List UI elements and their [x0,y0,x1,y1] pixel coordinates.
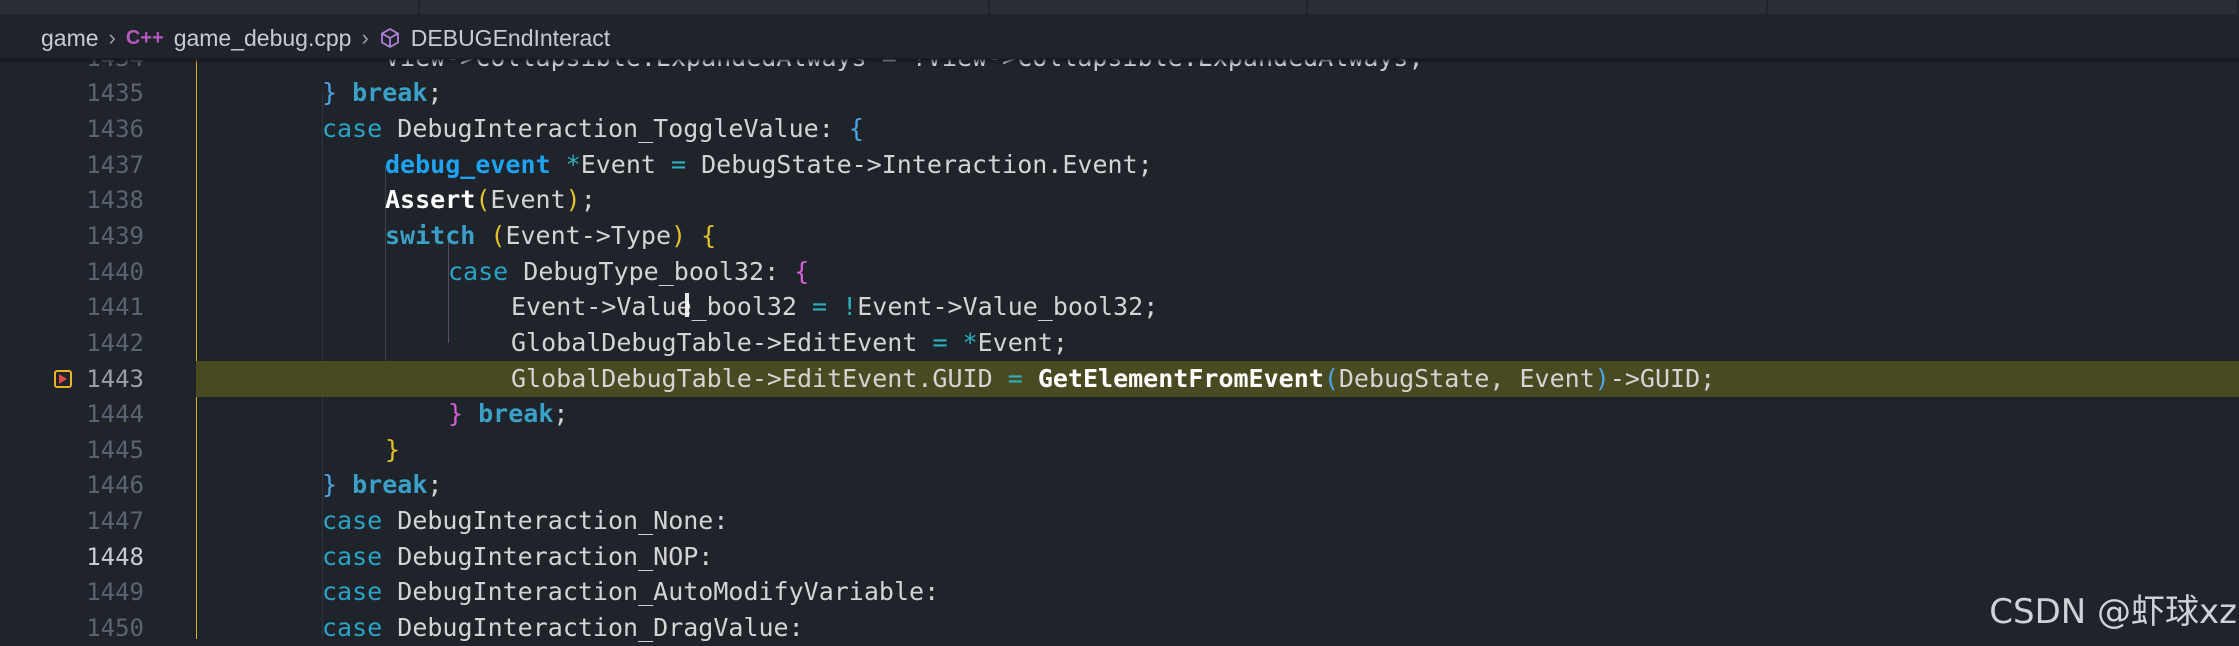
code-line[interactable]: 1449 case DebugInteraction_AutoModifyVar… [0,574,2239,610]
line-number: 1447 [86,506,144,535]
line-number: 1445 [86,435,144,464]
code-text: case DebugInteraction_NOP: [322,542,714,572]
code-line[interactable]: 1450 case DebugInteraction_DragValue: [0,610,2239,646]
line-number: 1436 [86,114,144,143]
line-number: 1439 [86,221,144,250]
code-line[interactable]: 1438 Assert(Event); [0,182,2239,218]
code-line[interactable]: 1448 case DebugInteraction_NOP: [0,539,2239,575]
code-line[interactable]: 1439 switch (Event->Type) { [0,218,2239,254]
code-line[interactable]: 1441 Event->Value_bool32 = !Event->Value… [0,289,2239,325]
line-number: 1435 [86,78,144,107]
code-line[interactable]: 1437 debug_event *Event = DebugState->In… [0,147,2239,183]
code-text: } break; [448,399,569,429]
line-number: 1450 [86,613,144,642]
code-text: debug_event *Event = DebugState->Interac… [385,150,1153,180]
code-text: GlobalDebugTable->EditEvent.GUID = GetEl… [511,364,1716,394]
cube-symbol-icon [380,27,399,49]
chevron-right-icon: › [108,25,116,50]
code-text: case DebugInteraction_ToggleValue: { [322,114,864,144]
code-text: case DebugType_bool32: { [448,257,810,287]
line-number-current: 1448 [86,542,144,571]
breadcrumb-item-folder[interactable]: game [41,25,99,52]
code-text: case DebugInteraction_DragValue: [322,613,804,643]
code-text: } break; [322,470,443,500]
code-line[interactable]: 1444 } break; [0,396,2239,432]
code-line[interactable]: 1447 case DebugInteraction_None: [0,503,2239,539]
code-text: switch (Event->Type) { [385,221,717,251]
code-text: } [385,435,401,465]
line-number: 1442 [86,328,144,357]
breadcrumb-item-symbol[interactable]: DEBUGEndInteract [411,25,610,52]
code-line[interactable]: 1446 } break; [0,467,2239,503]
text-cursor-icon [685,293,689,317]
line-number: 1446 [86,470,144,499]
code-line[interactable]: 1436 case DebugInteraction_ToggleValue: … [0,111,2239,147]
line-number: 1444 [86,399,144,428]
code-editor[interactable]: 1434 View->Collapsible.ExpandedAlways = … [0,43,2239,642]
code-line[interactable]: 1442 GlobalDebugTable->EditEvent = *Even… [0,325,2239,361]
code-text: } break; [322,78,443,108]
watermark: CSDN @虾球xz [1989,592,2237,632]
line-number: 1441 [86,292,144,321]
line-number: 1443 [86,364,144,393]
code-text: case DebugInteraction_None: [322,506,729,536]
chevron-right-icon: › [361,25,369,50]
line-number: 1449 [86,577,144,606]
line-number: 1437 [86,150,144,179]
code-line-current-execution[interactable]: 1443 GlobalDebugTable->EditEvent.GUID = … [0,361,2239,397]
code-text: case DebugInteraction_AutoModifyVariable… [322,577,940,607]
code-text: GlobalDebugTable->EditEvent = *Event; [511,328,1068,358]
code-line[interactable]: 1440 case DebugType_bool32: { [0,254,2239,290]
breadcrumb-item-file[interactable]: game_debug.cpp [174,25,352,52]
code-text: Event->Value_bool32 = !Event->Value_bool… [511,292,1159,322]
code-line[interactable]: 1435 } break; [0,75,2239,111]
cpp-file-icon: C++ [125,26,164,49]
code-line[interactable]: 1445 } [0,432,2239,468]
breadcrumb: game › C++ game_debug.cpp › DEBUGEndInte… [0,0,2239,59]
line-number: 1438 [86,185,144,214]
tab-strip [0,0,2239,14]
code-text: Assert(Event); [385,185,596,215]
line-number: 1440 [86,257,144,286]
